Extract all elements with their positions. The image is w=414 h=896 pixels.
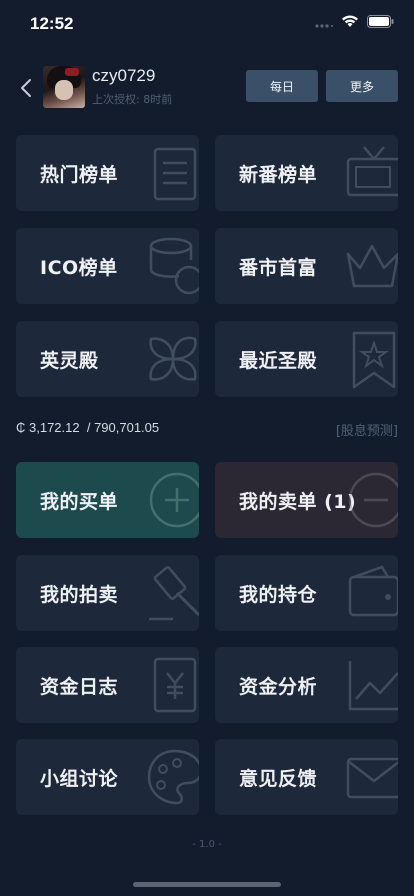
line-chart-icon — [348, 661, 398, 711]
dividend-predict-link[interactable]: [股息预测] — [336, 420, 398, 439]
menu-tile-new-anime-rank[interactable]: 新番榜单 — [215, 135, 398, 211]
more-button[interactable]: 更多 — [326, 70, 398, 102]
mail-icon — [346, 757, 398, 799]
wifi-icon — [342, 15, 358, 27]
coin-stack-icon — [149, 237, 199, 295]
avatar[interactable] — [43, 66, 85, 108]
status-time: 12:52 — [30, 14, 74, 33]
battery-icon — [367, 15, 394, 28]
signal-icon — [315, 23, 333, 28]
menu-tile-label: 资金分析 — [239, 675, 318, 698]
home-indicator[interactable] — [133, 882, 281, 887]
menu-tile-label: 我的买单 — [40, 490, 119, 513]
menu-tile-label: 意见反馈 — [239, 767, 318, 790]
menu-tile-label: 小组讨论 — [40, 767, 119, 790]
menu-tile-label: 番市首富 — [239, 256, 318, 279]
menu-tile-label: 我的拍卖 — [40, 583, 119, 606]
menu-tile-richest[interactable]: 番市首富 — [215, 228, 398, 304]
menu-tile-my-bids[interactable]: 我的买单 — [16, 462, 199, 538]
version-label: - 1.0 - — [192, 839, 222, 850]
menu-tile-feedback[interactable]: 意见反馈 — [215, 739, 398, 815]
menu-tile-label: 我的卖单 (1) — [239, 490, 357, 513]
status-bar: 12:52 — [0, 0, 414, 48]
profile-header: czy0729 上次授权: 8时前 每日 更多 — [0, 60, 414, 116]
menu-tile-label: 热门榜单 — [40, 163, 119, 186]
yen-ledger-icon — [153, 657, 197, 713]
menu-tile-fund-log[interactable]: 资金日志 — [16, 647, 199, 723]
balance-amount: ₵ 3,172.12 — [16, 420, 80, 435]
palette-icon — [147, 749, 199, 805]
back-button[interactable] — [12, 74, 40, 102]
menu-tile-label: ICO榜单 — [40, 256, 118, 279]
plus-circle-icon — [149, 472, 199, 528]
menu-tile-my-auctions[interactable]: 我的拍卖 — [16, 555, 199, 631]
tv-icon — [346, 146, 398, 197]
balance-assets: / 790,701.05 — [86, 420, 160, 435]
menu-tile-my-asks[interactable]: 我的卖单 (1) — [215, 462, 398, 538]
menu-tile-my-holdings[interactable]: 我的持仓 — [215, 555, 398, 631]
wallet-icon — [348, 565, 398, 617]
menu-tile-label: 最近圣殿 — [239, 349, 318, 372]
status-icons — [315, 15, 394, 28]
menu-tile-label: 资金日志 — [40, 675, 119, 698]
daily-button[interactable]: 每日 — [246, 70, 318, 102]
menu-tile-label: 我的持仓 — [239, 583, 318, 606]
auction-hammer-icon — [149, 566, 199, 621]
last-auth-text: 上次授权: 8时前 — [92, 93, 173, 106]
menu-tile-group-discussion[interactable]: 小组讨论 — [16, 739, 199, 815]
bookmark-star-icon — [352, 331, 396, 389]
username: czy0729 — [92, 66, 156, 85]
menu-tile-hot-rank[interactable]: 热门榜单 — [16, 135, 199, 211]
menu-tile-fund-analysis[interactable]: 资金分析 — [215, 647, 398, 723]
minus-circle-icon — [348, 472, 398, 528]
list-icon — [153, 147, 197, 201]
menu-tile-valhalla[interactable]: 英灵殿 — [16, 321, 199, 397]
balance-row: ₵ 3,172.12 / 790,701.05 [股息预测] — [16, 420, 398, 440]
menu-tile-label: 英灵殿 — [40, 349, 99, 372]
flower-icon — [149, 336, 197, 381]
menu-tile-recent-temples[interactable]: 最近圣殿 — [215, 321, 398, 397]
menu-tile-label: 新番榜单 — [239, 163, 318, 186]
crown-icon — [346, 244, 398, 288]
balance-text: ₵ 3,172.12 / 790,701.05 — [16, 420, 159, 435]
menu-tile-ico-rank[interactable]: ICO榜单 — [16, 228, 199, 304]
chevron-left-icon — [21, 79, 31, 97]
